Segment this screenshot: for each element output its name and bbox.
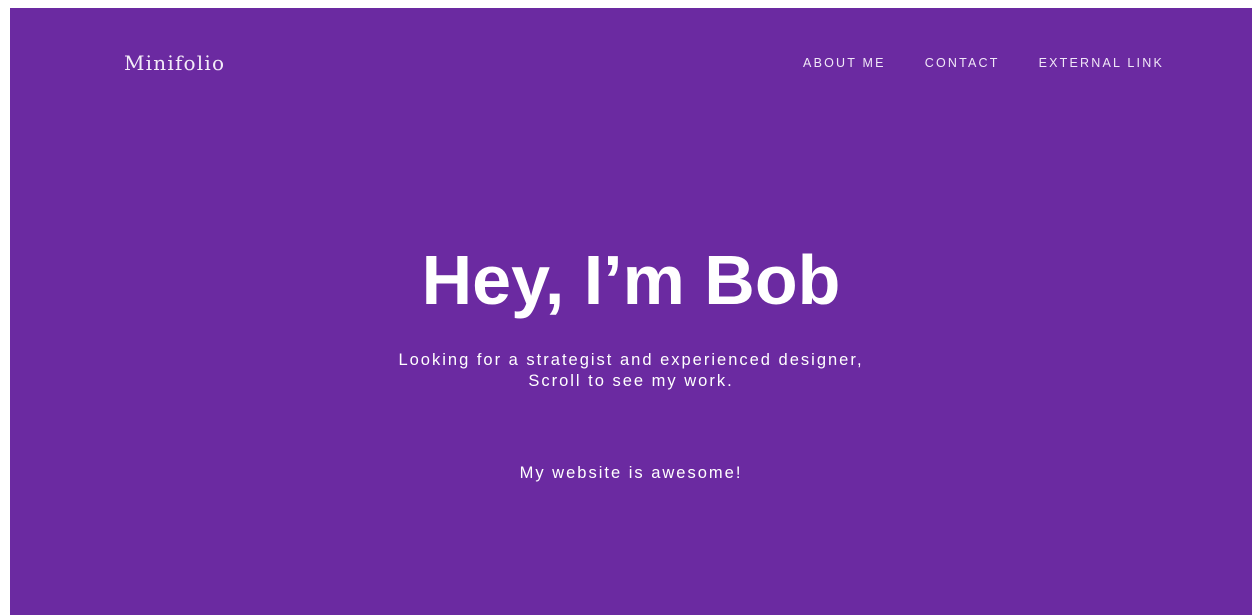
hero-tagline: My website is awesome!	[519, 464, 743, 482]
main-nav: ABOUT ME CONTACT EXTERNAL LINK	[803, 56, 1164, 70]
nav-item-external-link[interactable]: EXTERNAL LINK	[1039, 56, 1164, 70]
hero-subtitle: Looking for a strategist and experienced…	[10, 350, 1252, 392]
hero-title: Hey, I’m Bob	[421, 241, 841, 319]
hero-subtitle-line-2: Scroll to see my work.	[528, 372, 734, 390]
nav-item-contact[interactable]: CONTACT	[925, 56, 1000, 70]
hero-subtitle-line-1: Looking for a strategist and experienced…	[398, 351, 864, 369]
hero-section: Minifolio ABOUT ME CONTACT EXTERNAL LINK…	[10, 8, 1252, 615]
nav-item-about-me[interactable]: ABOUT ME	[803, 56, 886, 70]
brand-logo-link[interactable]: Minifolio	[124, 51, 225, 75]
